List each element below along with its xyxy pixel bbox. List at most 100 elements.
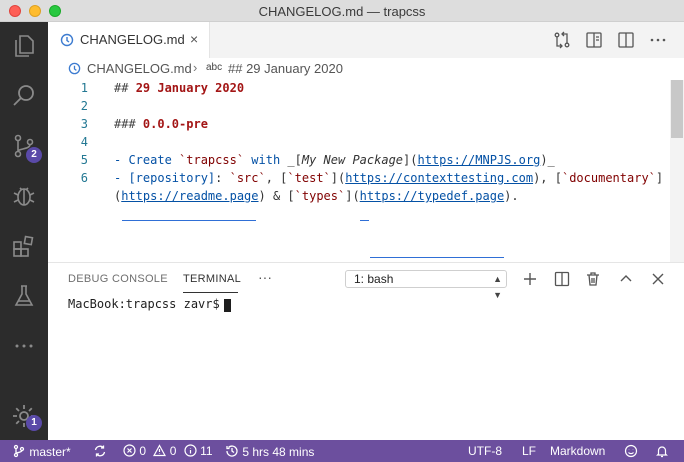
breadcrumb: CHANGELOG.md › abc ## 29 January 2020 [48, 58, 684, 78]
tab-label: CHANGELOG.md [80, 32, 185, 47]
link-decoration [122, 220, 256, 221]
more-views-icon[interactable] [10, 332, 38, 360]
markdown-info-icon [68, 62, 81, 75]
line-number: 2 [80, 99, 88, 113]
chevron-right-icon: › [193, 60, 198, 75]
code-line-1: ## 29 January 2020 [114, 81, 244, 95]
active-tab-indicator [183, 292, 238, 293]
md-ref-label: [repository] [128, 171, 216, 185]
history-clock-icon [226, 445, 238, 457]
md-punct: ]( [403, 153, 418, 167]
sync-icon[interactable] [93, 444, 107, 459]
code-line-6: - [repository]: `src`, [`test`](https://… [114, 171, 663, 185]
md-punct: _[ [287, 153, 302, 167]
md-url[interactable]: https://typedef.page [360, 189, 505, 203]
md-code: `documentary` [561, 171, 656, 185]
testing-flask-icon[interactable] [10, 282, 38, 310]
info-icon [184, 444, 197, 457]
md-code: `trapcss` [179, 153, 245, 167]
panel-more-icon[interactable]: ··· [258, 269, 272, 285]
trash-icon[interactable] [584, 270, 602, 288]
tab-debug-console[interactable]: DEBUG CONSOLE [68, 273, 168, 285]
split-editor-icon[interactable] [616, 30, 636, 50]
md-url[interactable]: https://contexttesting.com [345, 171, 533, 185]
breadcrumb-file[interactable]: CHANGELOG.md [87, 61, 192, 76]
markdown-info-icon [60, 33, 74, 47]
line-number: 1 [80, 81, 88, 95]
heading-marker: ### [114, 117, 143, 131]
window-title: CHANGELOG.md — trapcss [258, 4, 426, 19]
encoding-status[interactable]: UTF-8 [468, 444, 502, 458]
list-bullet: - [114, 153, 129, 167]
line-number: 3 [80, 117, 88, 131]
problems-status[interactable]: 0 0 11 [123, 444, 213, 458]
md-punct: )_ [540, 153, 555, 167]
breadcrumb-symbol[interactable]: ## 29 January 2020 [228, 61, 343, 76]
md-url[interactable]: https://readme.page [121, 189, 258, 203]
list-bullet: - [114, 171, 129, 185]
md-punct: ] [655, 171, 664, 185]
code-editor[interactable]: 1 2 3 4 5 6 ## 29 January 2020 ### 0.0.0… [48, 78, 684, 262]
status-bar: master* 0 0 11 5 hrs 48 mins UTF-8 LF Ma… [0, 440, 684, 462]
search-icon[interactable] [10, 82, 38, 110]
heading-marker: ## [114, 81, 136, 95]
warning-icon [153, 444, 167, 457]
scrollbar-thumb[interactable] [671, 80, 683, 138]
branch-status[interactable]: master* [12, 444, 71, 459]
more-actions-icon[interactable] [648, 30, 668, 50]
terminal-select[interactable]: 1: bash ▲ ▼ [345, 270, 507, 300]
code-line-6-wrap: (https://readme.page) & [`types`](https:… [114, 189, 519, 203]
tab-close-icon[interactable]: × [190, 31, 198, 47]
errors-count: 0 [139, 444, 147, 458]
link-decoration [360, 220, 369, 221]
md-punct: , [ [265, 171, 288, 185]
time-value: 5 hrs 48 mins [242, 445, 315, 459]
editor-tab-bar: CHANGELOG.md × [48, 22, 684, 58]
time-tracker-status[interactable]: 5 hrs 48 mins [225, 444, 314, 459]
feedback-smiley-icon[interactable] [624, 444, 638, 459]
md-punct: ]( [345, 189, 360, 203]
language-mode-status[interactable]: Markdown [550, 444, 605, 458]
tab-changelog[interactable]: CHANGELOG.md × [48, 22, 210, 58]
heading-text: 29 January 2020 [135, 81, 245, 95]
md-code: `test` [287, 171, 331, 185]
notifications-bell-icon[interactable] [655, 444, 669, 459]
extensions-icon[interactable] [10, 232, 38, 260]
heading-text: 0.0.0-pre [142, 117, 208, 131]
code-line-3: ### 0.0.0-pre [114, 117, 208, 131]
md-code: `types` [294, 189, 346, 203]
explorer-icon[interactable] [10, 32, 38, 60]
md-punct: ]( [330, 171, 346, 185]
terminal-select-value: 1: bash [354, 272, 394, 286]
tab-terminal[interactable]: TERMINAL [183, 273, 241, 285]
link-decoration [370, 257, 504, 258]
error-icon [123, 444, 136, 457]
split-terminal-icon[interactable] [553, 270, 571, 288]
terminal-prompt[interactable]: MacBook:trapcss zavr$ [68, 297, 227, 311]
line-number: 6 [80, 171, 88, 185]
md-link-text: My New Package [301, 153, 404, 167]
close-panel-icon[interactable] [649, 270, 667, 288]
scm-badge: 2 [26, 147, 42, 163]
md-punct: ), [ [533, 171, 562, 185]
maximize-panel-icon[interactable] [617, 270, 635, 288]
editor-scrollbar[interactable] [670, 80, 684, 262]
md-text: Create [128, 153, 180, 167]
eol-status[interactable]: LF [522, 444, 536, 458]
infos-count: 11 [200, 444, 213, 458]
title-bar: CHANGELOG.md — trapcss [0, 0, 684, 22]
code-line-5: - Create `trapcss` with _[My New Package… [114, 153, 555, 167]
md-punct: ). [504, 189, 519, 203]
md-punct: : [215, 171, 230, 185]
git-branch-icon [13, 444, 25, 458]
new-terminal-icon[interactable] [521, 270, 539, 288]
md-punct: ) & [ [258, 189, 295, 203]
select-arrow-icon: ▲ ▼ [493, 274, 502, 300]
warnings-count: 0 [169, 444, 177, 458]
md-code: `src` [229, 171, 266, 185]
vscode-window: CHANGELOG.md — trapcss 2 1 CHANGELOG.md … [0, 0, 684, 462]
md-url[interactable]: https://MNPJS.org [417, 153, 540, 167]
debug-icon[interactable] [10, 182, 38, 210]
open-preview-icon[interactable] [584, 30, 604, 50]
open-changes-icon[interactable] [552, 30, 572, 50]
